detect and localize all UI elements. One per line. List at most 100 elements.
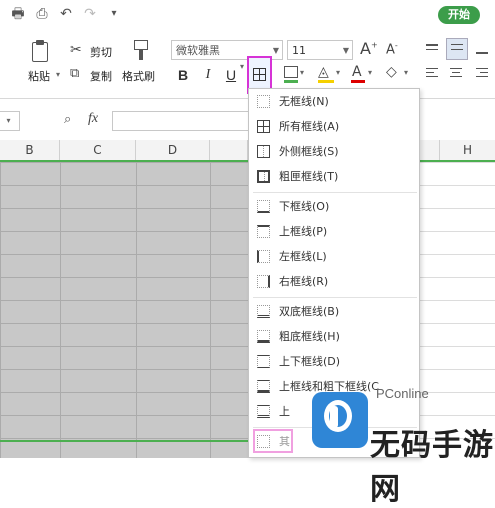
watermark-brand: PConline bbox=[376, 386, 429, 401]
top-bottom-border-icon bbox=[257, 355, 270, 368]
menu-item-label: 上下框线(D) bbox=[279, 355, 341, 368]
format-painter-label[interactable]: 格式刷 bbox=[122, 68, 155, 84]
highlight-box bbox=[253, 429, 293, 453]
merge-color-bar bbox=[284, 80, 298, 83]
font-size-select[interactable]: 11 ▼ bbox=[287, 40, 353, 60]
menu-item-double-bottom-border[interactable]: 双底框线(B) bbox=[249, 300, 419, 324]
paste-icon[interactable] bbox=[28, 40, 54, 64]
align-left-icon[interactable] bbox=[426, 68, 438, 80]
menu-item-label: 双底框线(B) bbox=[279, 305, 340, 318]
start-tab-button[interactable]: 开始 bbox=[438, 6, 480, 24]
align-center-icon[interactable] bbox=[450, 68, 462, 80]
top-border-icon bbox=[257, 225, 270, 238]
double-bottom-border-icon bbox=[257, 305, 270, 318]
copy-icon[interactable]: ⧉ bbox=[70, 66, 79, 81]
pconline-logo bbox=[312, 392, 368, 448]
outside-borders-icon bbox=[257, 145, 270, 158]
italic-button[interactable]: I bbox=[201, 67, 215, 83]
menu-item-label: 上 bbox=[279, 405, 290, 418]
all-borders-icon bbox=[253, 68, 266, 81]
format-painter-icon[interactable] bbox=[132, 40, 150, 62]
undo-icon[interactable]: ↶ bbox=[58, 6, 74, 22]
bold-button[interactable]: B bbox=[176, 67, 190, 83]
copy-label[interactable]: 复制 bbox=[90, 68, 112, 84]
thick-box-border-icon bbox=[257, 170, 270, 183]
menu-item-label: 右框线(R) bbox=[279, 275, 329, 288]
menu-item-top-bottom-border[interactable]: 上下框线(D) bbox=[249, 350, 419, 374]
print-icon[interactable]: 🖶 bbox=[10, 6, 26, 22]
top-thick-bottom-border-icon bbox=[257, 380, 270, 393]
formula-input[interactable] bbox=[112, 111, 252, 131]
underline-dropdown-icon[interactable]: ▾ bbox=[240, 62, 244, 71]
fill-color-icon[interactable]: ◬ bbox=[318, 64, 329, 80]
font-color-dropdown-icon[interactable]: ▾ bbox=[368, 68, 372, 77]
cell-grid-unselected[interactable] bbox=[440, 162, 495, 458]
grid-line bbox=[136, 162, 137, 458]
font-color-bar bbox=[351, 80, 365, 83]
cut-label[interactable]: 剪切 bbox=[90, 44, 112, 60]
align-right-icon[interactable] bbox=[476, 68, 488, 80]
menu-separator bbox=[253, 192, 417, 193]
clear-format-icon[interactable]: ◇ bbox=[386, 64, 397, 80]
print-preview-icon[interactable]: ⎙ bbox=[34, 6, 50, 22]
shrink-font-button[interactable]: A- bbox=[386, 41, 398, 57]
name-box-dropdown[interactable]: ▾ bbox=[0, 111, 20, 131]
customize-arrow-icon[interactable]: ▾ bbox=[106, 6, 122, 22]
column-header-h[interactable]: H bbox=[440, 140, 495, 160]
menu-item-label: 无框线(N) bbox=[279, 95, 329, 108]
menu-item-label: 粗底框线(H) bbox=[279, 330, 340, 343]
align-middle-icon[interactable] bbox=[446, 38, 468, 60]
fill-dropdown-icon[interactable]: ▾ bbox=[336, 68, 340, 77]
column-header-c[interactable]: C bbox=[60, 140, 136, 160]
merge-cells-icon[interactable] bbox=[284, 66, 298, 78]
quick-access-bar: 🖶 ⎙ ↶ ↷ ▾ 开始 bbox=[0, 0, 495, 30]
menu-item-label: 左框线(L) bbox=[279, 250, 327, 263]
underline-button[interactable]: U bbox=[224, 67, 238, 83]
menu-item-thick-bottom-border[interactable]: 粗底框线(H) bbox=[249, 325, 419, 349]
menu-item-outside-borders[interactable]: 外侧框线(S) bbox=[249, 140, 419, 164]
fx-icon[interactable]: fx bbox=[88, 111, 98, 127]
menu-separator bbox=[253, 297, 417, 298]
zoom-search-icon[interactable]: ⌕ bbox=[64, 112, 71, 127]
no-border-icon bbox=[257, 95, 270, 108]
column-header-g[interactable] bbox=[420, 140, 440, 160]
menu-item-left-border[interactable]: 左框线(L) bbox=[249, 245, 419, 269]
column-header-e[interactable] bbox=[210, 140, 248, 160]
redo-icon[interactable]: ↷ bbox=[82, 6, 98, 22]
top-double-bottom-border-icon bbox=[257, 405, 270, 418]
menu-item-label: 粗匣框线(T) bbox=[279, 170, 339, 183]
align-bottom-icon[interactable] bbox=[476, 44, 488, 54]
paste-label[interactable]: 粘贴 bbox=[28, 68, 50, 84]
selection-edge bbox=[0, 440, 248, 442]
thick-bottom-border-icon bbox=[257, 330, 270, 343]
column-header-d[interactable]: D bbox=[136, 140, 210, 160]
font-size-value: 11 bbox=[292, 44, 306, 57]
menu-item-bottom-border[interactable]: 下框线(O) bbox=[249, 195, 419, 219]
menu-item-all-borders[interactable]: 所有框线(A) bbox=[249, 115, 419, 139]
fill-color-bar bbox=[318, 80, 334, 83]
grid-line bbox=[210, 162, 211, 458]
menu-item-top-border[interactable]: 上框线(P) bbox=[249, 220, 419, 244]
watermark-text: 无码手游网 bbox=[370, 428, 494, 507]
left-border-icon bbox=[257, 250, 270, 263]
align-top-icon[interactable] bbox=[426, 44, 438, 54]
menu-item-no-border[interactable]: 无框线(N) bbox=[249, 90, 419, 114]
menu-item-right-border[interactable]: 右框线(R) bbox=[249, 270, 419, 294]
grow-font-button[interactable]: A+ bbox=[360, 39, 378, 58]
clear-dropdown-icon[interactable]: ▾ bbox=[404, 68, 408, 77]
right-border-icon bbox=[257, 275, 270, 288]
menu-item-thick-box-border[interactable]: 粗匣框线(T) bbox=[249, 165, 419, 189]
chevron-down-icon: ▼ bbox=[272, 46, 279, 55]
bottom-border-icon bbox=[257, 200, 270, 213]
paste-dropdown-icon[interactable]: ▾ bbox=[56, 70, 60, 79]
cell-grid-unselected[interactable] bbox=[420, 162, 440, 458]
cut-icon[interactable]: ✂ bbox=[70, 42, 82, 58]
merge-dropdown-icon[interactable]: ▾ bbox=[300, 68, 304, 77]
menu-item-label: 上框线(P) bbox=[279, 225, 328, 238]
column-header-b[interactable]: B bbox=[0, 140, 60, 160]
grid-line bbox=[60, 162, 61, 458]
font-name-value: 微软雅黑 bbox=[176, 44, 220, 57]
all-borders-icon bbox=[257, 120, 270, 133]
font-color-icon[interactable]: A bbox=[352, 64, 362, 80]
menu-item-label: 下框线(O) bbox=[279, 200, 330, 213]
